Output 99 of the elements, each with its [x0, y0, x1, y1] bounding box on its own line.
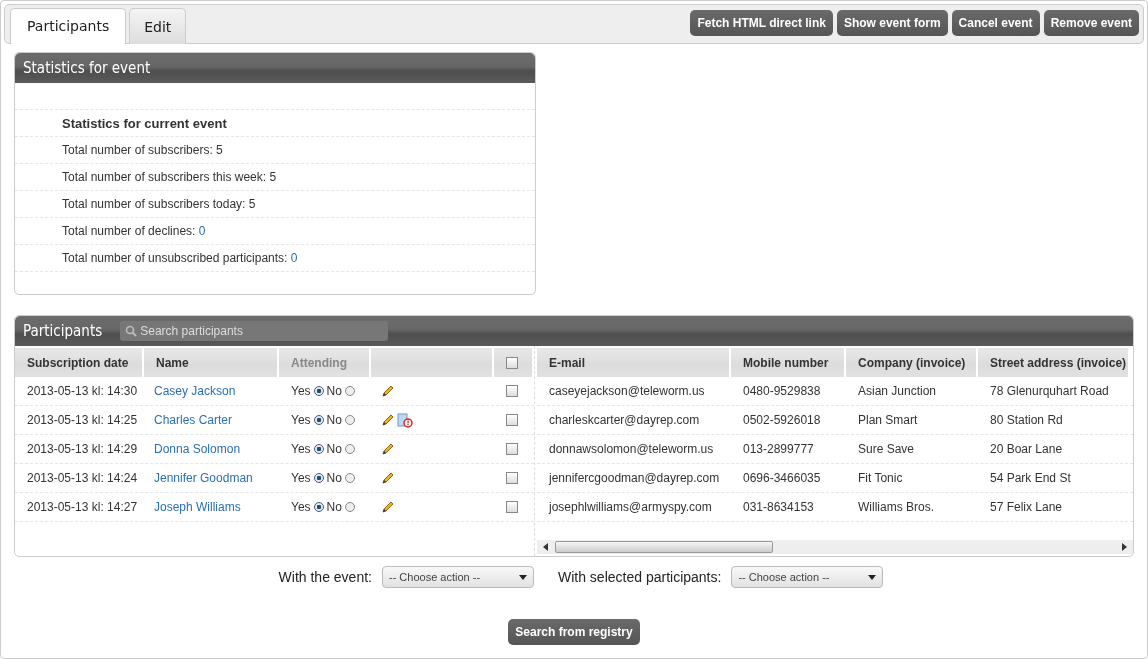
table-cell-text: josephlwilliams@armyspy.com [547, 499, 713, 516]
statistic-value: 5 [248, 197, 256, 211]
table-cell-text: 2013-05-13 kl: 14:29 [26, 441, 139, 458]
radio-label: Yes [291, 413, 311, 427]
column-header[interactable]: Subscription date [15, 348, 142, 377]
table-cell-text: 54 Park End St [989, 470, 1072, 487]
panel-title: Participants [23, 322, 103, 340]
table-cell-text: 2013-05-13 kl: 14:24 [26, 470, 139, 487]
tab[interactable]: Edit [129, 8, 187, 44]
scroll-right-icon[interactable] [1121, 543, 1127, 551]
participant-link[interactable]: Donna Solomon [154, 442, 241, 456]
column-header[interactable]: Mobile number [731, 348, 844, 377]
statistic-label: Total number of unsubscribed participants: [62, 251, 288, 265]
radio-label: Yes [291, 442, 311, 456]
action-dropdown[interactable]: -- Choose action -- [382, 566, 534, 588]
yes-radio[interactable] [313, 386, 324, 396]
statistic-label: Total number of subscribers this week: [62, 170, 267, 184]
table-cell-text: 0480-9529838 [742, 383, 822, 400]
column-header[interactable]: Street address (invoice) [978, 348, 1128, 377]
scroll-left-icon[interactable] [543, 543, 549, 551]
table-cell-text: 2013-05-13 kl: 14:27 [26, 499, 139, 516]
table-cell-text: donnawsolomon@teleworm.us [548, 441, 715, 458]
column-header[interactable]: Name [144, 348, 277, 377]
table-cell-text: jennifercgoodman@dayrep.com [547, 470, 721, 487]
column-header: Attending [279, 348, 369, 377]
yes-radio[interactable] [313, 473, 324, 483]
table-cell-text: 2013-05-13 kl: 14:30 [26, 383, 139, 400]
table-cell-text: 0696-3466035 [742, 470, 822, 487]
horizontal-scrollbar[interactable] [537, 540, 1133, 554]
pencil-icon[interactable] [381, 413, 394, 427]
no-radio[interactable] [344, 386, 355, 396]
yes-radio[interactable] [313, 502, 324, 512]
document-warning-icon[interactable] [397, 412, 413, 428]
table-cell-text: charleskcarter@dayrep.com [548, 412, 701, 429]
action-button[interactable]: Cancel event [951, 10, 1040, 36]
table-cell-text: Fit Tonic [857, 470, 904, 487]
statistic-value: 5 [216, 143, 223, 157]
statistic-label: Total number of subscribers: [62, 143, 213, 157]
action-button[interactable]: Remove event [1043, 10, 1139, 36]
row-checkbox[interactable] [506, 385, 518, 397]
statistics-heading: Statistics for current event [62, 115, 227, 131]
table-cell-text: 013-2899777 [742, 441, 815, 458]
search-registry-button[interactable]: Search from registry [508, 619, 640, 645]
radio-label: No [326, 500, 342, 514]
statistic-value[interactable]: 0 [290, 251, 298, 265]
participant-link[interactable]: Casey Jackson [154, 384, 236, 398]
statistic-value[interactable]: 0 [198, 224, 206, 238]
table-cell-text: Williams Bros. [857, 499, 935, 516]
table-cell-text: 78 Glenurquhart Road [989, 383, 1110, 400]
table-cell-text: 80 Station Rd [989, 412, 1064, 429]
column-header[interactable]: Company (invoice) [846, 348, 976, 377]
action-dropdown[interactable]: -- Choose action -- [731, 566, 884, 588]
statistic-label: Total number of declines: [62, 224, 196, 238]
action-label: With selected participants: [558, 569, 722, 585]
participant-link[interactable]: Charles Carter [154, 413, 233, 427]
no-radio[interactable] [344, 444, 355, 454]
no-radio[interactable] [344, 415, 355, 425]
radio-label: Yes [291, 471, 311, 485]
statistic-value: 5 [269, 170, 277, 184]
column-header[interactable]: E-mail [537, 348, 729, 377]
radio-label: Yes [291, 500, 311, 514]
participant-link[interactable]: Jennifer Goodman [154, 471, 253, 485]
row-checkbox[interactable] [506, 501, 518, 513]
pencil-icon[interactable] [381, 442, 394, 456]
radio-label: No [326, 471, 342, 485]
action-label: With the event: [278, 569, 372, 585]
table-cell-text: 57 Felix Lane [989, 499, 1064, 516]
panel-title: Statistics for event [23, 59, 151, 77]
action-button[interactable]: Show event form [836, 10, 948, 36]
table-cell-text: 20 Boar Lane [989, 441, 1064, 458]
radio-label: No [326, 413, 342, 427]
participant-link[interactable]: Joseph Williams [154, 500, 241, 514]
search-field[interactable]: Search participants [120, 321, 389, 341]
pencil-icon[interactable] [381, 384, 394, 398]
yes-radio[interactable] [313, 415, 324, 425]
radio-label: No [326, 442, 342, 456]
caret-icon [519, 574, 527, 580]
table-cell-text: Sure Save [857, 441, 916, 458]
table-cell-text: 0502-5926018 [742, 412, 822, 429]
row-checkbox[interactable] [506, 443, 518, 455]
radio-label: Yes [291, 384, 311, 398]
radio-label: No [326, 384, 342, 398]
no-radio[interactable] [344, 502, 355, 512]
select-all-checkbox[interactable] [506, 356, 518, 369]
table-cell-text: Asian Junction [857, 383, 938, 400]
row-checkbox[interactable] [506, 414, 518, 426]
caret-icon [868, 574, 877, 580]
yes-radio[interactable] [313, 444, 324, 454]
no-radio[interactable] [344, 473, 355, 483]
action-button[interactable]: Fetch HTML direct link [690, 10, 833, 36]
pencil-icon[interactable] [381, 500, 394, 514]
tab[interactable]: Participants [10, 8, 127, 44]
row-checkbox[interactable] [506, 472, 518, 484]
table-cell-text: 031-8634153 [742, 499, 815, 516]
table-cell-text: 2013-05-13 kl: 14:25 [26, 412, 139, 429]
table-cell-text: caseyejackson@teleworm.us [548, 383, 706, 400]
statistic-label: Total number of subscribers today: [62, 197, 246, 211]
pencil-icon[interactable] [381, 471, 394, 485]
table-cell-text: Plan Smart [857, 412, 919, 429]
